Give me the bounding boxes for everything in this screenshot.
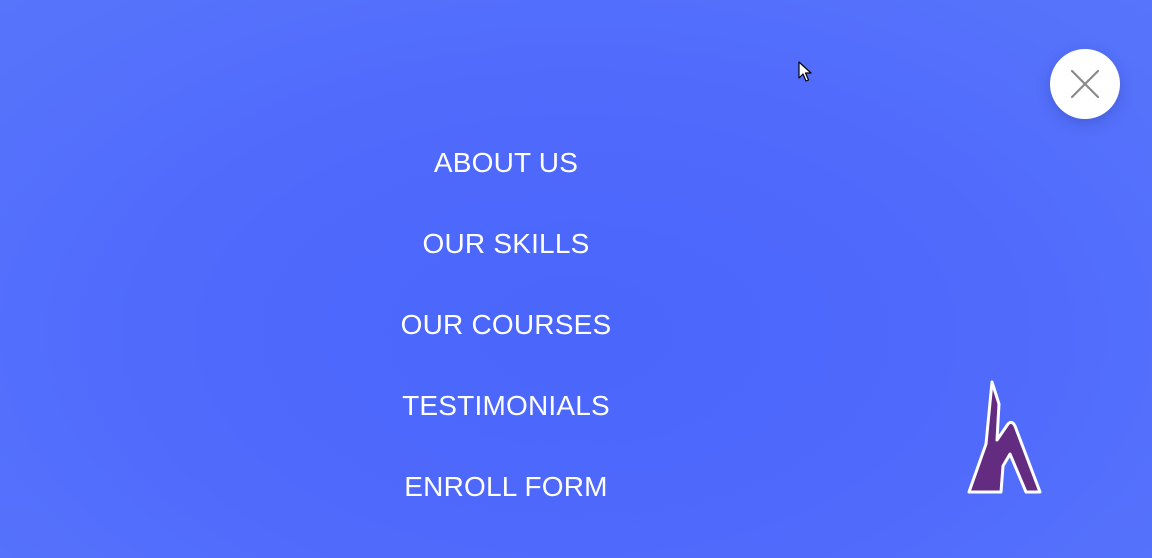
nav-item-testimonials: TESTIMONIALS [306, 365, 706, 446]
nav-menu: ABOUT US OUR SKILLS OUR COURSES TESTIMON… [306, 122, 706, 527]
nav-link-about-us[interactable]: ABOUT US [434, 148, 578, 177]
nav-item-about-us: ABOUT US [306, 122, 706, 203]
nav-item-enroll-form: ENROLL FORM [306, 446, 706, 527]
close-icon [1070, 69, 1100, 99]
menu-overlay: ABOUT US OUR SKILLS OUR COURSES TESTIMON… [0, 0, 1152, 558]
mouse-pointer-icon [798, 61, 812, 82]
nav-item-our-courses: OUR COURSES [306, 284, 706, 365]
nav-link-testimonials[interactable]: TESTIMONIALS [402, 391, 610, 420]
nav-link-our-courses[interactable]: OUR COURSES [401, 310, 612, 339]
h-logo-icon [967, 380, 1042, 494]
nav-link-enroll-form[interactable]: ENROLL FORM [404, 472, 607, 501]
nav-item-our-skills: OUR SKILLS [306, 203, 706, 284]
nav-link-our-skills[interactable]: OUR SKILLS [423, 229, 590, 258]
close-menu-button[interactable] [1050, 49, 1120, 119]
